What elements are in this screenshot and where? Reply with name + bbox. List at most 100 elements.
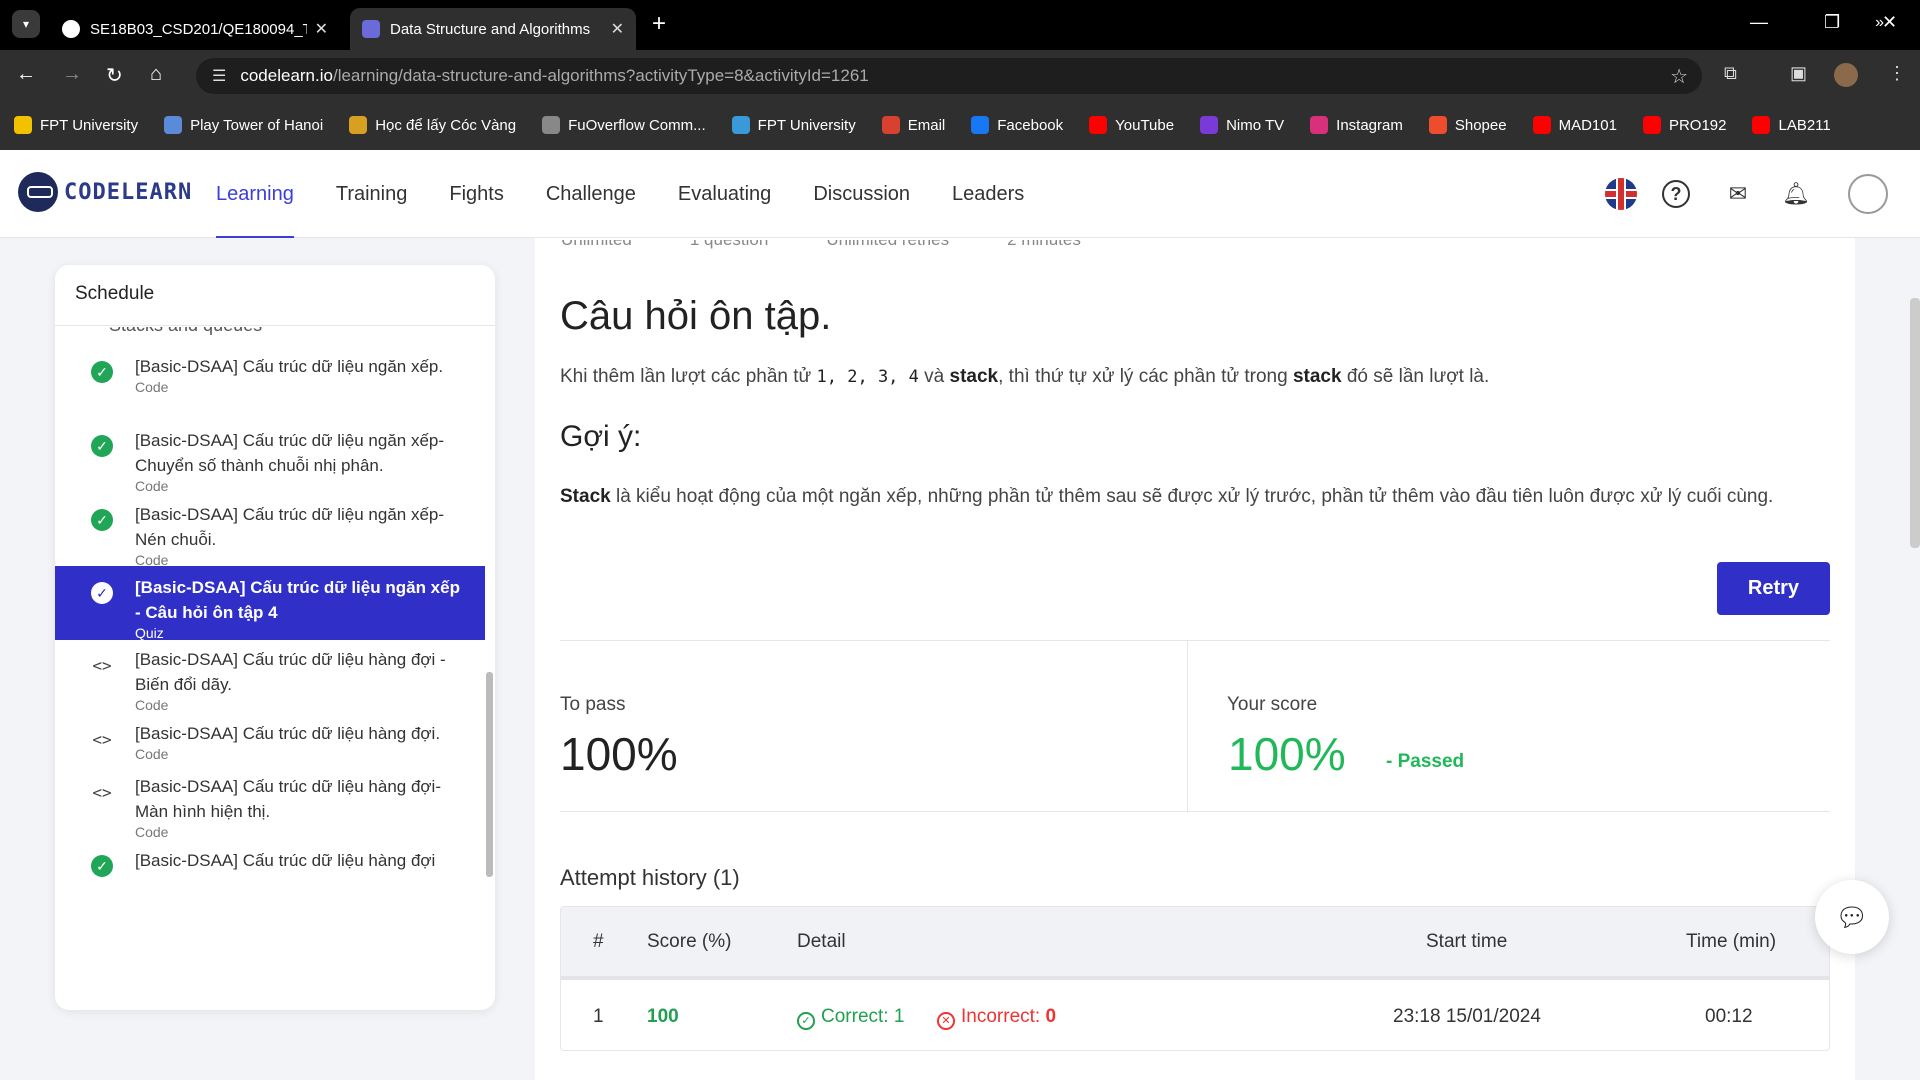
schedule-item-name: [Basic-DSAA] Cấu trúc dữ liệu ngăn xếp -… [135, 578, 460, 622]
forward-icon[interactable]: → [62, 63, 82, 86]
schedule-item-type: Code [135, 697, 169, 713]
language-flag-icon[interactable] [1605, 178, 1637, 210]
schedule-item[interactable]: <> [Basic-DSAA] Cấu trúc dữ liệu hàng đợi… [55, 715, 485, 768]
nav-challenge[interactable]: Challenge [546, 150, 636, 238]
close-window-icon[interactable]: ✕ [1882, 12, 1897, 33]
bookmark-favicon-icon [881, 116, 900, 134]
tab-search-dropdown-icon[interactable]: ▾ [12, 10, 40, 38]
bookmark-label: Play Tower of Hanoi [190, 116, 324, 134]
schedule-item[interactable]: ✓ [Basic-DSAA] Cấu trúc dữ liệu hàng đợi [55, 842, 485, 882]
schedule-title: Schedule [75, 283, 155, 304]
page-scrollbar[interactable] [1910, 298, 1920, 548]
bookmark-label: FuOverflow Comm... [568, 116, 706, 134]
col-start-time: Start time [1426, 931, 1508, 952]
row-score: 100 [647, 1006, 679, 1027]
schedule-item-name: [Basic-DSAA] Cấu trúc dữ liệu hàng đợi [135, 851, 436, 870]
your-score-label: Your score [1227, 694, 1318, 715]
schedule-item-type: Code [135, 746, 169, 762]
nav-fights[interactable]: Fights [449, 150, 503, 238]
bookmark-star-icon[interactable]: ☆ [1670, 64, 1688, 89]
nav-leaders[interactable]: Leaders [952, 150, 1024, 238]
codelearn-icon [362, 20, 380, 38]
questions-meta: 1 question [689, 238, 769, 249]
bookmark-item[interactable]: LAB211 [1752, 116, 1831, 134]
bookmark-item[interactable]: FPT University [14, 116, 138, 134]
tab-title: Data Structure and Algorithms [390, 20, 591, 38]
browser-tab-github[interactable]: SE18B03_CSD201/QE180094_Th ✕ [50, 8, 340, 50]
sidebar-scrollbar[interactable] [486, 672, 493, 877]
bookmark-favicon-icon [1089, 116, 1108, 134]
schedule-item-name: [Basic-DSAA] Cấu trúc dữ liệu hàng đợi. [135, 724, 441, 743]
schedule-item[interactable]: <> [Basic-DSAA] Cấu trúc dữ liệu hàng đợi… [55, 641, 485, 714]
question-text: Khi thêm lần lượt các phần tử 1, 2, 3, 4… [560, 366, 1490, 387]
bookmark-favicon-icon [1532, 116, 1551, 134]
extensions-icon[interactable]: ⧉ [1724, 63, 1737, 84]
side-panel-icon[interactable]: ▣ [1790, 63, 1807, 84]
close-tab-icon[interactable]: ✕ [315, 19, 328, 39]
logo-text: CODELEARN [64, 179, 193, 205]
bookmark-item[interactable]: Instagram [1310, 116, 1403, 134]
table-header [561, 907, 1829, 980]
nav-evaluating[interactable]: Evaluating [678, 150, 771, 238]
bookmark-label: FPT University [40, 116, 139, 134]
attempts-meta: Unlimited [561, 238, 632, 249]
browser-tab-bar: ▾ SE18B03_CSD201/QE180094_Th ✕ Data Stru… [0, 0, 1920, 50]
profile-icon[interactable] [1834, 63, 1858, 87]
restore-icon[interactable]: ❐ [1824, 12, 1840, 33]
new-tab-icon[interactable]: + [652, 10, 666, 38]
retry-button[interactable]: Retry [1717, 562, 1830, 615]
bookmark-item[interactable]: Học để lấy Cóc Vàng [349, 116, 516, 134]
browser-tab-active[interactable]: Data Structure and Algorithms ✕ [350, 8, 636, 50]
codelearn-logo[interactable]: CODELEARN [18, 172, 192, 212]
bookmark-item[interactable]: Email [881, 116, 946, 134]
schedule-item[interactable]: ✓ [Basic-DSAA] Cấu trúc dữ liệu ngăn xếp-… [55, 496, 485, 569]
bookmark-label: Email [907, 116, 946, 134]
bookmark-item[interactable]: Shopee [1428, 116, 1507, 134]
code-icon: <> [92, 655, 112, 675]
schedule-item[interactable]: <> [Basic-DSAA] Cấu trúc dữ liệu hàng đợi… [55, 768, 485, 841]
bookmarks-bar: FPT University Play Tower of Hanoi Học để … [0, 100, 1920, 150]
chat-button[interactable]: 💬︎ [1815, 880, 1889, 954]
home-icon[interactable]: ⌂ [150, 63, 162, 86]
nav-learning[interactable]: Learning [216, 150, 294, 238]
address-input[interactable]: ☰ codelearn.io /learning/data-structure-… [196, 58, 1702, 94]
bookmark-label: Facebook [997, 116, 1064, 134]
bookmark-favicon-icon [542, 116, 561, 134]
row-time: 00:12 [1705, 1006, 1753, 1027]
menu-kebab-icon[interactable]: ⋮ [1888, 63, 1906, 84]
nav-discussion[interactable]: Discussion [813, 150, 910, 238]
incorrect-count: ✕ Incorrect: 0 [937, 1006, 1056, 1030]
bookmark-item[interactable]: Play Tower of Hanoi [164, 116, 323, 134]
more-bookmarks-icon[interactable]: » [1875, 14, 1884, 32]
bookmark-item[interactable]: MAD101 [1532, 116, 1617, 134]
schedule-item[interactable]: ✓ [Basic-DSAA] Cấu trúc dữ liệu ngăn xếp.… [55, 348, 485, 421]
hint-title: Gợi ý: [560, 420, 642, 453]
back-icon[interactable]: ← [16, 63, 36, 86]
bookmark-item[interactable]: PRO192 [1642, 116, 1727, 134]
schedule-item[interactable]: ✓ [Basic-DSAA] Cấu trúc dữ liệu ngăn xếp … [55, 566, 485, 641]
bookmark-item[interactable]: Nimo TV [1200, 116, 1284, 134]
check-circle-icon: ✓ [91, 435, 113, 457]
schedule-item[interactable]: ✓ [Basic-DSAA] Cấu trúc dữ liệu ngăn xếp-… [55, 422, 485, 495]
bookmark-item[interactable]: FuOverflow Comm... [542, 116, 706, 134]
x-circle-icon: ✕ [937, 1012, 955, 1030]
help-icon[interactable]: ? [1660, 178, 1692, 210]
minimize-icon[interactable]: — [1750, 12, 1768, 33]
col-detail: Detail [797, 931, 846, 952]
nav-training[interactable]: Training [336, 150, 408, 238]
check-circle-icon: ✓ [91, 361, 113, 383]
close-tab-icon[interactable]: ✕ [611, 19, 624, 39]
bookmark-label: PRO192 [1668, 116, 1727, 134]
site-info-icon[interactable]: ☰ [212, 66, 226, 86]
check-circle-icon: ✓ [797, 1012, 815, 1030]
attempt-history-title: Attempt history (1) [560, 865, 740, 890]
reload-icon[interactable]: ↻ [106, 63, 123, 88]
bookmark-item[interactable]: FPT University [731, 116, 856, 134]
notification-bell-icon[interactable]: 🔔︎ [1780, 178, 1812, 210]
bookmark-item[interactable]: YouTube [1089, 116, 1174, 134]
bookmark-favicon-icon [971, 116, 990, 134]
user-avatar[interactable] [1848, 174, 1888, 214]
bookmark-item[interactable]: Facebook [971, 116, 1063, 134]
check-circle-icon: ✓ [91, 582, 113, 604]
messages-icon[interactable]: ✉ [1722, 178, 1754, 210]
